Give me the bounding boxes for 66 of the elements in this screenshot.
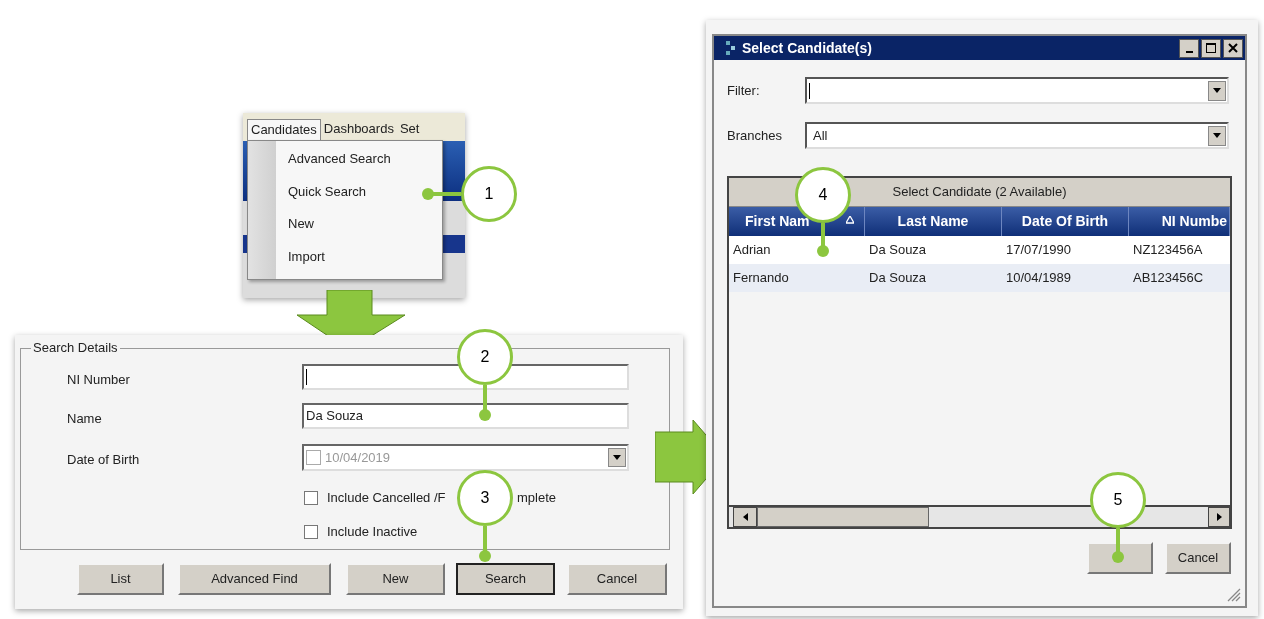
menu-item[interactable]: Advanced Search [288, 149, 391, 182]
input-field[interactable]: Da Souza [302, 403, 629, 429]
checkbox[interactable] [304, 525, 318, 539]
menu-tab[interactable]: Dashboards [320, 119, 397, 141]
table-cell-text: Fernando [732, 269, 790, 288]
field-label: NI Number [67, 371, 130, 389]
text-cursor [306, 369, 307, 385]
button[interactable]: New [346, 563, 445, 595]
field-label: Date of Birth [67, 451, 140, 469]
checkbox-label: Include Inactive [327, 524, 418, 540]
combo-box[interactable]: All [805, 122, 1229, 149]
dropdown-button[interactable] [608, 448, 626, 467]
checkbox[interactable] [306, 450, 321, 465]
leader-line [817, 221, 829, 257]
date-value: 10/04/2019 [325, 448, 392, 467]
caret-icon [613, 455, 621, 460]
table-cell-text: AB123456C [1132, 269, 1205, 288]
right-arrow-icon [1216, 513, 1222, 521]
close-icon [1228, 43, 1238, 53]
caret-icon [1213, 88, 1221, 93]
table-cell-text: 10/04/1989 [1005, 269, 1073, 288]
app-icon [726, 41, 736, 55]
scroll-right-button[interactable] [1208, 507, 1230, 527]
table-cell-text: NZ123456A [1132, 241, 1204, 260]
button[interactable]: Cancel [1165, 542, 1231, 574]
leader-line [479, 383, 491, 421]
menu-item[interactable]: Import [288, 246, 391, 279]
table-cell-text: Da Souza [868, 241, 928, 260]
checkbox-label: Include Cancelled /F [327, 490, 446, 506]
menu-item[interactable]: New [288, 214, 391, 247]
leader-line [1112, 526, 1124, 563]
dropdown-button[interactable] [1208, 125, 1226, 146]
checkbox-label: mplete [517, 490, 557, 506]
resize-grip-icon [1226, 587, 1241, 602]
button[interactable]: Cancel [567, 563, 667, 595]
field-label: Name [67, 410, 102, 428]
menu-tab[interactable]: Set [396, 119, 423, 141]
field-label: Branches [727, 128, 782, 144]
table-cell-text: Da Souza [868, 269, 928, 288]
leader-line [479, 524, 491, 562]
scroll-thumb[interactable] [757, 507, 929, 527]
button[interactable]: Search [456, 563, 555, 595]
scroll-left-button[interactable] [733, 507, 757, 527]
combo-box[interactable] [805, 77, 1229, 104]
menu-item[interactable]: Quick Search [288, 181, 391, 214]
button[interactable]: List [77, 563, 164, 595]
field-label: Filter: [727, 83, 760, 99]
horizontal-scrollbar[interactable] [729, 505, 1230, 527]
close-button[interactable] [1223, 38, 1243, 58]
table-cell-text: 17/07/1990 [1005, 241, 1073, 260]
dropdown-button[interactable] [1208, 80, 1226, 101]
checkbox[interactable] [304, 491, 318, 505]
left-arrow-icon [742, 513, 748, 521]
minimize-icon [1185, 51, 1193, 53]
combo-value: All [813, 126, 829, 145]
button[interactable]: Advanced Find [178, 563, 331, 595]
menu-tab[interactable]: Candidates [247, 119, 321, 141]
table-cell-text: Adrian [732, 241, 772, 260]
maximize-button[interactable] [1201, 38, 1221, 58]
text-cursor [809, 82, 810, 99]
maximize-icon [1206, 43, 1216, 53]
step-callout: 1 [461, 166, 517, 222]
window-title: Select Candidate(s) [742, 38, 873, 58]
button[interactable] [1087, 542, 1153, 574]
minimize-button[interactable] [1179, 38, 1199, 58]
caret-icon [1213, 133, 1221, 138]
